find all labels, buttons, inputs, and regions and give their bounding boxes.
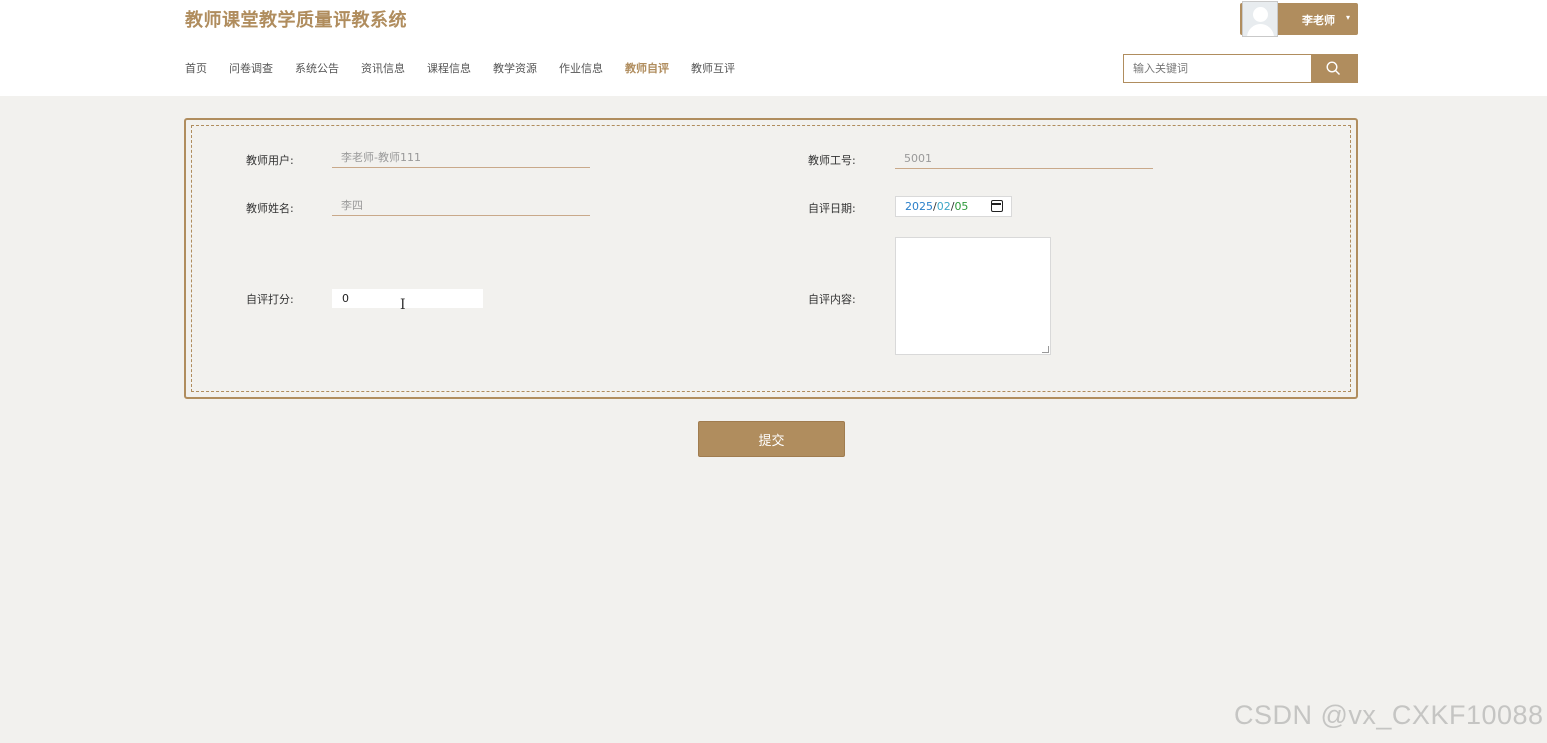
teacher-id-label: 教师工号: [808, 154, 856, 167]
nav-item-peer-eval[interactable]: 教师互评 [691, 61, 735, 77]
nav-item-self-eval[interactable]: 教师自评 [625, 61, 669, 77]
nav-item-news[interactable]: 资讯信息 [361, 61, 405, 77]
search-button[interactable] [1311, 54, 1358, 83]
nav-item-courses[interactable]: 课程信息 [427, 61, 471, 77]
teacher-name-label: 教师姓名: [246, 202, 294, 215]
nav-item-survey[interactable]: 问卷调查 [229, 61, 273, 77]
content-label: 自评内容: [808, 293, 856, 306]
calendar-icon[interactable] [991, 200, 1003, 212]
eval-date-input[interactable]: 2025/02/05 [895, 196, 1012, 217]
nav-item-announcement[interactable]: 系统公告 [295, 61, 339, 77]
teacher-user-label: 教师用户: [246, 154, 294, 167]
nav-item-homework[interactable]: 作业信息 [559, 61, 603, 77]
avatar-head [1253, 7, 1268, 22]
date-day: 05 [954, 200, 969, 213]
teacher-user-field[interactable]: 李老师-教师111 [332, 148, 590, 168]
watermark: CSDN @vx_CXKF10088 [1234, 700, 1544, 730]
search-input[interactable] [1123, 54, 1313, 83]
nav-item-home[interactable]: 首页 [185, 61, 207, 77]
text-cursor-icon: I [400, 297, 406, 313]
resize-handle-icon[interactable] [1042, 346, 1049, 353]
submit-button[interactable]: 提交 [698, 421, 845, 457]
site-title: 教师课堂教学质量评教系统 [185, 10, 407, 31]
score-input[interactable] [332, 289, 483, 308]
main-nav: 首页 问卷调查 系统公告 资讯信息 课程信息 教学资源 作业信息 教师自评 教师… [185, 61, 757, 77]
date-year: 2025 [905, 200, 933, 213]
user-menu-button[interactable]: 李老师 ▾ [1240, 1, 1358, 37]
eval-date-label: 自评日期: [808, 202, 856, 215]
avatar-icon [1242, 1, 1278, 37]
score-label: 自评打分: [246, 293, 294, 306]
user-name: 李老师 [1302, 14, 1335, 27]
date-month: 02 [936, 200, 951, 213]
nav-item-resources[interactable]: 教学资源 [493, 61, 537, 77]
teacher-name-field[interactable]: 李四 [332, 196, 590, 216]
top-header: 教师课堂教学质量评教系统 李老师 ▾ 首页 问卷调查 系统公告 资讯信息 课程信… [0, 0, 1547, 96]
avatar-shoulders [1247, 24, 1274, 36]
chevron-down-icon: ▾ [1346, 13, 1351, 22]
teacher-id-field[interactable]: 5001 [895, 149, 1153, 169]
content-textarea[interactable] [895, 237, 1051, 355]
search-icon [1326, 61, 1340, 75]
